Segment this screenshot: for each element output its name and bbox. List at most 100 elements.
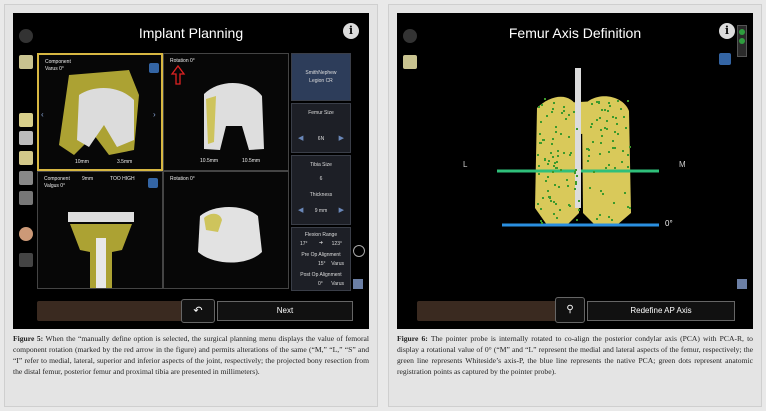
registration-dot: [565, 117, 568, 120]
rotation-angle-label: 0°: [665, 219, 673, 228]
tibia-view-icon[interactable]: [19, 151, 33, 165]
registration-dot: [591, 123, 594, 125]
view-measure: 10mm: [75, 159, 89, 165]
registration-dot: [578, 199, 581, 202]
tibia-axial-view[interactable]: Rotation 0°: [163, 171, 289, 289]
minus-icon[interactable]: [353, 245, 365, 257]
view-measure: 10.5mm: [242, 158, 261, 164]
registration-dot: [550, 110, 553, 113]
next-button[interactable]: Next: [217, 301, 353, 321]
implant-brand-card[interactable]: SmithNephew Legion CR: [291, 53, 351, 101]
registration-dot: [568, 154, 571, 157]
tibia-coronal-view[interactable]: Component Valgus 0° 9mm TOO HIGH: [37, 171, 163, 289]
balance-icon[interactable]: [19, 227, 33, 241]
registration-dot: [553, 183, 556, 186]
registration-dot: [543, 98, 546, 101]
registration-dot: [550, 200, 553, 203]
flexion-to: 123°: [331, 241, 342, 247]
registration-dot: [595, 217, 598, 220]
registration-dot: [557, 185, 560, 188]
knee-model-icon[interactable]: [19, 55, 33, 69]
registration-dot: [540, 221, 543, 224]
registration-dot: [606, 109, 609, 112]
registration-dot: [589, 125, 592, 128]
registration-dot: [574, 188, 577, 191]
info-icon[interactable]: i: [343, 23, 359, 39]
registration-dot: [547, 163, 550, 166]
registration-dot: [629, 207, 632, 210]
registration-dot: [554, 126, 557, 129]
registration-dot: [539, 121, 542, 124]
registration-dot: [626, 100, 629, 103]
resection-icon[interactable]: [19, 171, 33, 185]
registration-dot: [608, 150, 611, 153]
postop-label: Post Op Alignment: [300, 272, 342, 278]
femur-coronal-view[interactable]: Component Varus 0° 10mm 3.5mm ‹ ›: [37, 53, 163, 171]
chart-icon[interactable]: [19, 253, 33, 267]
registration-dot: [551, 138, 554, 141]
registration-dot: [568, 136, 571, 139]
red-arrow-icon: [170, 64, 186, 85]
redefine-ap-axis-button[interactable]: Redefine AP Axis: [587, 301, 735, 321]
registration-dot: [588, 148, 591, 151]
registration-dot: [611, 115, 614, 118]
figure-6-panel: Femur Axis Definition i L M 0° ⚲ Redefin…: [388, 4, 762, 407]
preop-label: Pre Op Alignment: [301, 252, 341, 258]
rotation-model: [170, 64, 264, 150]
registration-dot: [573, 171, 576, 174]
shield-icon[interactable]: [149, 63, 159, 73]
registration-dot: [558, 209, 561, 212]
alignment-card: Flexion Range 17° ➜ 123° Pre Op Alignmen…: [291, 227, 351, 291]
caption-text: When the “manually define option is sele…: [13, 334, 369, 376]
registration-dot: [552, 156, 555, 159]
pointer-probe-button[interactable]: ⚲: [555, 297, 585, 323]
tibia-size-value: 6: [319, 176, 323, 182]
screen-title: Implant Planning: [138, 25, 244, 41]
tibia-plateau-model: [198, 207, 262, 263]
registration-dot: [544, 180, 547, 183]
registration-dot: [552, 171, 555, 174]
registration-dot: [601, 108, 604, 111]
thickness-increase-icon[interactable]: ▶: [339, 206, 344, 214]
export-icon[interactable]: [353, 279, 363, 289]
femur-view-icon[interactable]: [19, 113, 33, 127]
export-icon[interactable]: [737, 279, 747, 289]
femur-axis-screen: Femur Axis Definition i L M 0° ⚲ Redefin…: [397, 13, 753, 329]
registration-dot: [624, 126, 627, 129]
grid-icon[interactable]: [19, 191, 33, 205]
registration-dot: [576, 219, 579, 222]
registration-dot: [600, 135, 603, 138]
registration-dot: [537, 203, 540, 206]
registration-dot: [600, 190, 603, 193]
registration-dot: [623, 191, 626, 194]
registration-dot: [537, 165, 540, 168]
registration-dot: [540, 103, 543, 106]
registration-dot: [577, 208, 580, 211]
figure-6-caption: Figure 6: The pointer probe is internall…: [397, 333, 753, 377]
registration-dot: [599, 214, 602, 217]
progress-bar: [37, 301, 183, 321]
registration-dot: [555, 202, 558, 205]
registration-dot: [599, 141, 602, 144]
tool-icon[interactable]: [19, 131, 33, 145]
back-button[interactable]: ↶: [181, 299, 215, 323]
registration-dot: [570, 151, 573, 154]
power-icon[interactable]: [19, 29, 33, 43]
registration-dot: [555, 131, 558, 133]
registration-dot: [613, 167, 616, 170]
registration-dot: [562, 151, 565, 154]
femur-coronal-model: [59, 70, 139, 155]
registration-dot: [621, 149, 624, 152]
registration-dot: [553, 201, 556, 204]
femur-size-increase-icon[interactable]: ▶: [339, 134, 344, 142]
registration-dot: [538, 105, 541, 108]
chevron-left-icon[interactable]: ‹: [41, 110, 44, 119]
registration-dot: [605, 127, 608, 130]
brand-line: Legion CR: [309, 78, 333, 84]
registration-dot: [549, 196, 552, 199]
registration-dot: [619, 108, 622, 111]
registration-dot: [552, 213, 555, 216]
femur-axial-view[interactable]: Rotation 0° 10.5mm 10.5mm: [163, 53, 289, 171]
chevron-right-icon[interactable]: ›: [153, 110, 156, 119]
registration-dot: [620, 160, 623, 163]
